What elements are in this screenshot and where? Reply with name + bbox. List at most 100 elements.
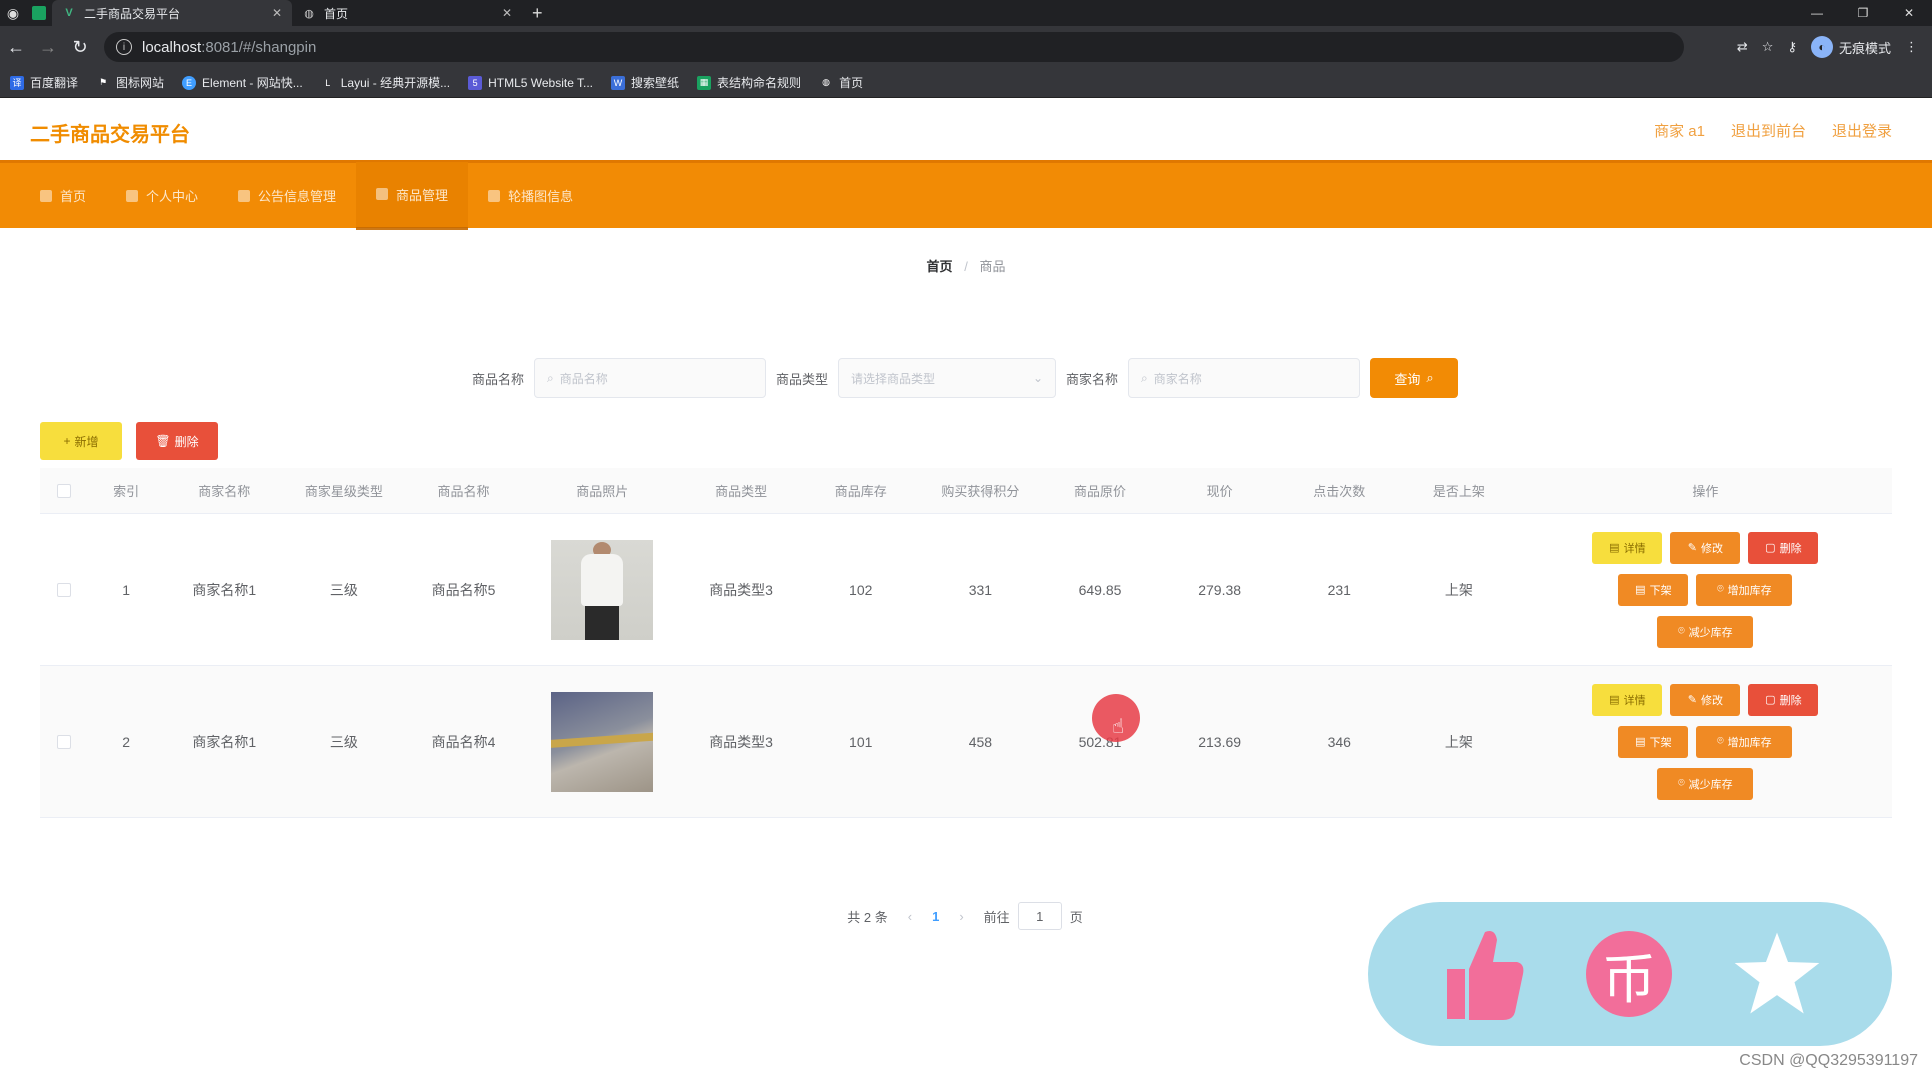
layui-icon: L: [325, 77, 331, 88]
row-checkbox-cell: [40, 734, 88, 749]
close-window-icon[interactable]: ✕: [1886, 0, 1932, 26]
product-type-cell: 商品类型3: [709, 733, 773, 750]
column-header: 商品名称: [437, 484, 490, 499]
reduce-stock-button[interactable]: ⌾ 减少库存: [1657, 615, 1754, 648]
bookmark-item[interactable]: ⚑ 图标网站: [96, 74, 164, 91]
breadcrumb-home[interactable]: 首页: [927, 259, 953, 274]
row-checkbox-cell: [40, 582, 88, 597]
unlist-button[interactable]: ▤ 下架: [1618, 725, 1689, 758]
location-icon: ⌾: [1678, 777, 1685, 789]
page-number[interactable]: 1: [932, 909, 939, 924]
close-tab-icon[interactable]: ✕: [272, 6, 282, 20]
row-actions: ▤ 详情 ✎ 修改 ▢ 删除 ▤ 下架 ⌾ 增加库存 ⌾ 减少库存: [1519, 683, 1892, 800]
stock-cell: 102: [849, 581, 873, 598]
menu-item-home[interactable]: 首页: [20, 162, 106, 230]
index-cell: 1: [122, 581, 131, 598]
column-header: 商家星级类型: [304, 484, 383, 499]
row-checkbox[interactable]: [56, 734, 71, 749]
bookmark-item[interactable]: ◍ 首页: [819, 74, 863, 91]
main-menu: 首页 个人中心 公告信息管理 商品管理 轮播图信息: [0, 160, 1932, 230]
merchant-name-input[interactable]: ⌕ 商家名称: [1128, 358, 1361, 398]
trash-icon: ▢: [1765, 542, 1776, 554]
next-page-icon[interactable]: ›: [959, 909, 963, 924]
listed-cell: 上架: [1444, 581, 1473, 598]
close-tab-icon[interactable]: ✕: [502, 6, 512, 20]
select-all-checkbox[interactable]: [56, 483, 71, 498]
location-icon: ⌾: [1717, 735, 1724, 747]
add-button[interactable]: + 新增: [40, 422, 122, 460]
goto-page-input[interactable]: 1: [1017, 902, 1062, 930]
tab-title: 首页: [324, 6, 349, 21]
detail-button[interactable]: ▤ 详情: [1592, 683, 1663, 716]
edit-icon: ✎: [1687, 694, 1697, 706]
browser-tab-active[interactable]: V 二手商品交易平台 ✕: [52, 0, 292, 26]
reload-icon[interactable]: ↻: [64, 31, 96, 63]
batch-delete-button[interactable]: 🗑 删除: [136, 422, 218, 460]
address-bar[interactable]: i localhost:8081/#/shangpin: [104, 32, 1684, 62]
row-actions: ▤ 详情 ✎ 修改 ▢ 删除 ▤ 下架 ⌾ 增加库存 ⌾ 减少库存: [1519, 531, 1892, 648]
add-stock-button[interactable]: ⌾ 增加库存: [1696, 573, 1793, 606]
chrome-menu-icon[interactable]: ◉: [0, 0, 26, 26]
price-cell: 279.38: [1198, 581, 1242, 598]
menu-item-notice[interactable]: 公告信息管理: [218, 162, 356, 230]
product-image[interactable]: [551, 691, 654, 792]
bookmark-item[interactable]: ▦ 表结构命名规则: [697, 74, 801, 91]
site-info-icon[interactable]: i: [116, 39, 132, 55]
incognito-indicator[interactable]: ◐ 无痕模式: [1810, 36, 1891, 58]
coin-icon: 币: [1585, 931, 1672, 1017]
bookmark-star-icon[interactable]: ☆: [1762, 39, 1774, 55]
bookmark-item[interactable]: E Element - 网站快...: [182, 74, 303, 91]
detail-button[interactable]: ▤ 详情: [1592, 531, 1663, 564]
edit-button[interactable]: ✎ 修改: [1670, 683, 1741, 716]
menu-item-products[interactable]: 商品管理: [356, 161, 469, 230]
vue-icon: V: [65, 7, 73, 19]
back-to-front-link[interactable]: 退出到前台: [1731, 120, 1806, 141]
query-button[interactable]: 查询 ⌕: [1370, 358, 1459, 398]
prev-page-icon[interactable]: ‹: [908, 909, 912, 924]
bookmark-item[interactable]: 5 HTML5 Website T...: [468, 75, 593, 90]
price-cell: 213.69: [1198, 733, 1242, 750]
bookmark-item[interactable]: 译百度翻译: [10, 74, 78, 91]
logout-link[interactable]: 退出登录: [1832, 120, 1892, 141]
more-menu-icon[interactable]: ⋮: [1905, 39, 1918, 55]
edit-icon: ✎: [1687, 542, 1697, 554]
content-panel: 商品名称 ⌕ 商品名称 商品类型 请选择商品类型 ⌄ 商家名称 ⌕ 商家名称 查…: [20, 298, 1910, 950]
bookmark-item[interactable]: W 搜索壁纸: [611, 74, 679, 91]
translate-icon[interactable]: ⇄: [1737, 39, 1748, 55]
unlist-button[interactable]: ▤ 下架: [1618, 573, 1689, 606]
back-icon[interactable]: ←: [0, 31, 32, 63]
menu-item-profile[interactable]: 个人中心: [106, 162, 218, 230]
reduce-stock-button[interactable]: ⌾ 减少库存: [1657, 767, 1754, 800]
restore-icon[interactable]: ❐: [1840, 0, 1886, 26]
bookmarks-bar: 译百度翻译 ⚑ 图标网站 E Element - 网站快... L Layui - 经…: [0, 68, 1932, 98]
merchant-account-link[interactable]: 商家 a1: [1654, 120, 1705, 141]
edit-button[interactable]: ✎ 修改: [1670, 531, 1741, 564]
column-header: 操作: [1692, 484, 1719, 499]
pinned-tab-icon[interactable]: [26, 0, 52, 26]
delete-button[interactable]: ▢ 删除: [1748, 683, 1819, 716]
trash-icon: 🗑: [155, 434, 171, 448]
html5-icon: 5: [468, 75, 483, 90]
row-checkbox[interactable]: [56, 582, 71, 597]
new-tab-button[interactable]: +: [522, 0, 553, 26]
stock-cell: 101: [849, 733, 873, 750]
product-image[interactable]: [551, 539, 654, 640]
clicks-cell: 231: [1327, 581, 1351, 598]
window-controls: — ❐ ✕: [1794, 0, 1932, 26]
add-stock-button[interactable]: ⌾ 增加库存: [1696, 725, 1793, 758]
minimize-icon[interactable]: —: [1794, 0, 1840, 26]
search-form: 商品名称 ⌕ 商品名称 商品类型 请选择商品类型 ⌄ 商家名称 ⌕ 商家名称 查…: [20, 358, 1910, 398]
product-name-input[interactable]: ⌕ 商品名称: [533, 358, 766, 398]
level-cell: 三级: [329, 733, 358, 750]
browser-tab[interactable]: ◍ 首页 ✕: [292, 0, 522, 26]
product-type-select[interactable]: 请选择商品类型 ⌄: [838, 358, 1056, 398]
user-icon: [126, 189, 139, 202]
key-icon[interactable]: ⚷: [1787, 39, 1797, 55]
delete-button[interactable]: ▢ 删除: [1748, 531, 1819, 564]
url-path: :8081/#/shangpin: [201, 38, 317, 56]
menu-item-carousel[interactable]: 轮播图信息: [468, 162, 593, 230]
forward-icon[interactable]: →: [32, 31, 64, 63]
table-icon: ▦: [697, 75, 712, 90]
like-coin-fav-overlay: 币: [1368, 902, 1892, 1046]
bookmark-item[interactable]: L Layui - 经典开源模...: [321, 74, 450, 91]
